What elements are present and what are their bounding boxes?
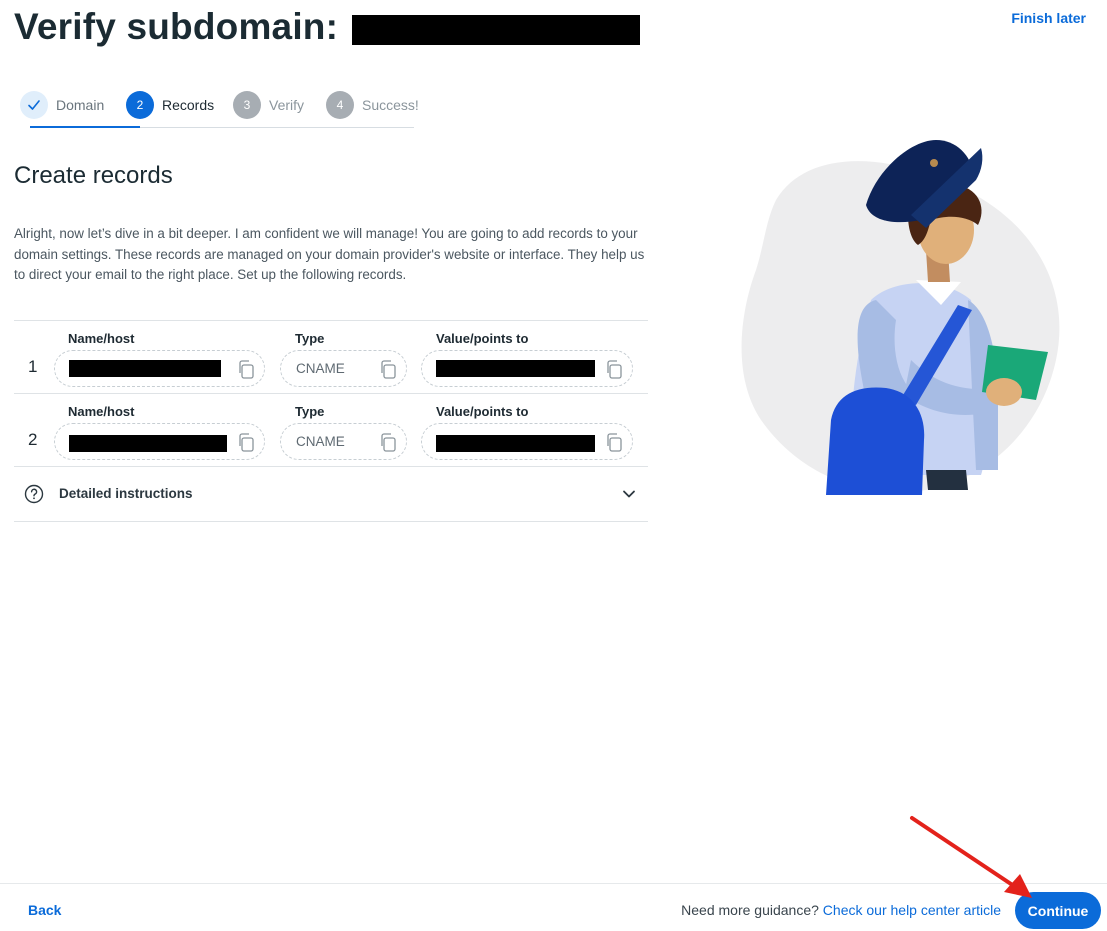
record-type: CNAME	[296, 361, 345, 376]
value-field[interactable]	[421, 350, 633, 387]
redacted-value	[436, 360, 595, 377]
help-center-link[interactable]: Check our help center article	[823, 902, 1001, 918]
step-label: Records	[162, 97, 215, 113]
step-label: Success!	[362, 97, 419, 113]
copy-icon[interactable]	[237, 360, 255, 379]
step-number: 3	[233, 91, 261, 119]
records-table: 1 Name/host Type Value/points to CNAME 2…	[14, 320, 648, 522]
copy-icon[interactable]	[605, 360, 623, 379]
title-row: Verify subdomain:	[14, 6, 641, 48]
checkmark-icon	[20, 91, 48, 119]
record-number: 1	[28, 357, 38, 376]
name-host-field[interactable]	[54, 350, 265, 387]
type-label: Type	[295, 331, 325, 346]
question-circle-icon	[24, 484, 44, 504]
record-type: CNAME	[296, 434, 345, 449]
record-row: 1 Name/host Type Value/points to CNAME	[14, 321, 648, 394]
page-title: Verify subdomain:	[14, 6, 339, 47]
step-label: Domain	[56, 97, 105, 113]
copy-icon[interactable]	[237, 433, 255, 452]
chevron-down-icon	[623, 490, 635, 498]
copy-icon[interactable]	[605, 433, 623, 452]
name-host-label: Name/host	[68, 404, 135, 419]
type-label: Type	[295, 404, 325, 419]
name-host-label: Name/host	[68, 331, 135, 346]
step-verify[interactable]: 3 Verify	[233, 91, 304, 119]
back-button[interactable]: Back	[28, 902, 61, 918]
step-records[interactable]: 2 Records	[126, 91, 214, 119]
redacted-domain	[352, 15, 641, 45]
detailed-instructions-label: Detailed instructions	[59, 486, 193, 501]
value-label: Value/points to	[436, 331, 529, 346]
copy-icon[interactable]	[379, 433, 397, 452]
step-label: Verify	[269, 97, 305, 113]
footer-bar: Back Need more guidance? Check our help …	[0, 883, 1107, 931]
type-field[interactable]: CNAME	[280, 350, 407, 387]
guidance-prompt: Need more guidance?	[681, 902, 819, 918]
name-host-field[interactable]	[54, 423, 265, 460]
value-label: Value/points to	[436, 404, 529, 419]
type-field[interactable]: CNAME	[280, 423, 407, 460]
step-number: 2	[126, 91, 154, 119]
section-title: Create records	[14, 162, 173, 189]
step-domain[interactable]: Domain	[20, 91, 104, 119]
detailed-instructions-toggle[interactable]: Detailed instructions	[14, 467, 648, 522]
redacted-value	[69, 360, 221, 377]
stepper: Domain 2 Records 3 Verify 4 Success!	[20, 90, 419, 130]
copy-icon[interactable]	[379, 360, 397, 379]
value-field[interactable]	[421, 423, 633, 460]
step-number: 4	[326, 91, 354, 119]
finish-later-link[interactable]: Finish later	[1011, 10, 1086, 26]
redacted-value	[69, 435, 227, 452]
record-number: 2	[28, 430, 38, 449]
record-row: 2 Name/host Type Value/points to CNAME	[14, 394, 648, 467]
guidance-text: Need more guidance? Check our help cente…	[681, 902, 1001, 918]
redacted-value	[436, 435, 595, 452]
mail-carrier-illustration	[741, 140, 1060, 495]
continue-button[interactable]: Continue	[1015, 892, 1101, 929]
stepper-active-indicator	[30, 126, 140, 128]
intro-text: Alright, now let’s dive in a bit deeper.…	[14, 226, 645, 282]
step-success[interactable]: 4 Success!	[326, 91, 419, 119]
